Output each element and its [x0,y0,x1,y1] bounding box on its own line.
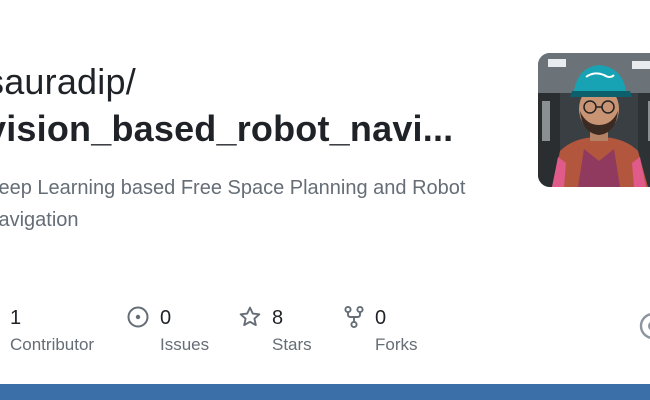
github-logo-icon [638,311,650,341]
bottom-accent-bar [0,384,650,400]
forks-count: 0 [375,307,387,329]
forks-label: Forks [375,335,418,354]
stat-stars[interactable]: 8 Stars [238,303,328,355]
stat-contributors[interactable]: 1 Contributor [0,303,110,355]
avatar [538,53,650,187]
repo-forked-icon [342,305,366,329]
contributors-count: 1 [10,307,22,329]
star-icon [238,305,262,329]
stars-label: Stars [272,335,312,354]
contributors-label: Contributor [10,335,95,354]
issue-opened-icon [126,305,150,329]
issues-label: Issues [160,335,210,354]
issues-count: 0 [160,307,172,329]
repo-owner[interactable]: sauradip/ [0,60,136,104]
stat-issues[interactable]: 0 Issues [126,303,226,355]
stars-count: 8 [272,307,284,329]
repo-description: Deep Learning based Free Space Planning … [0,177,466,231]
stat-forks[interactable]: 0 Forks [342,303,432,355]
repo-name[interactable]: vision_based_robot_navi... [0,104,453,154]
